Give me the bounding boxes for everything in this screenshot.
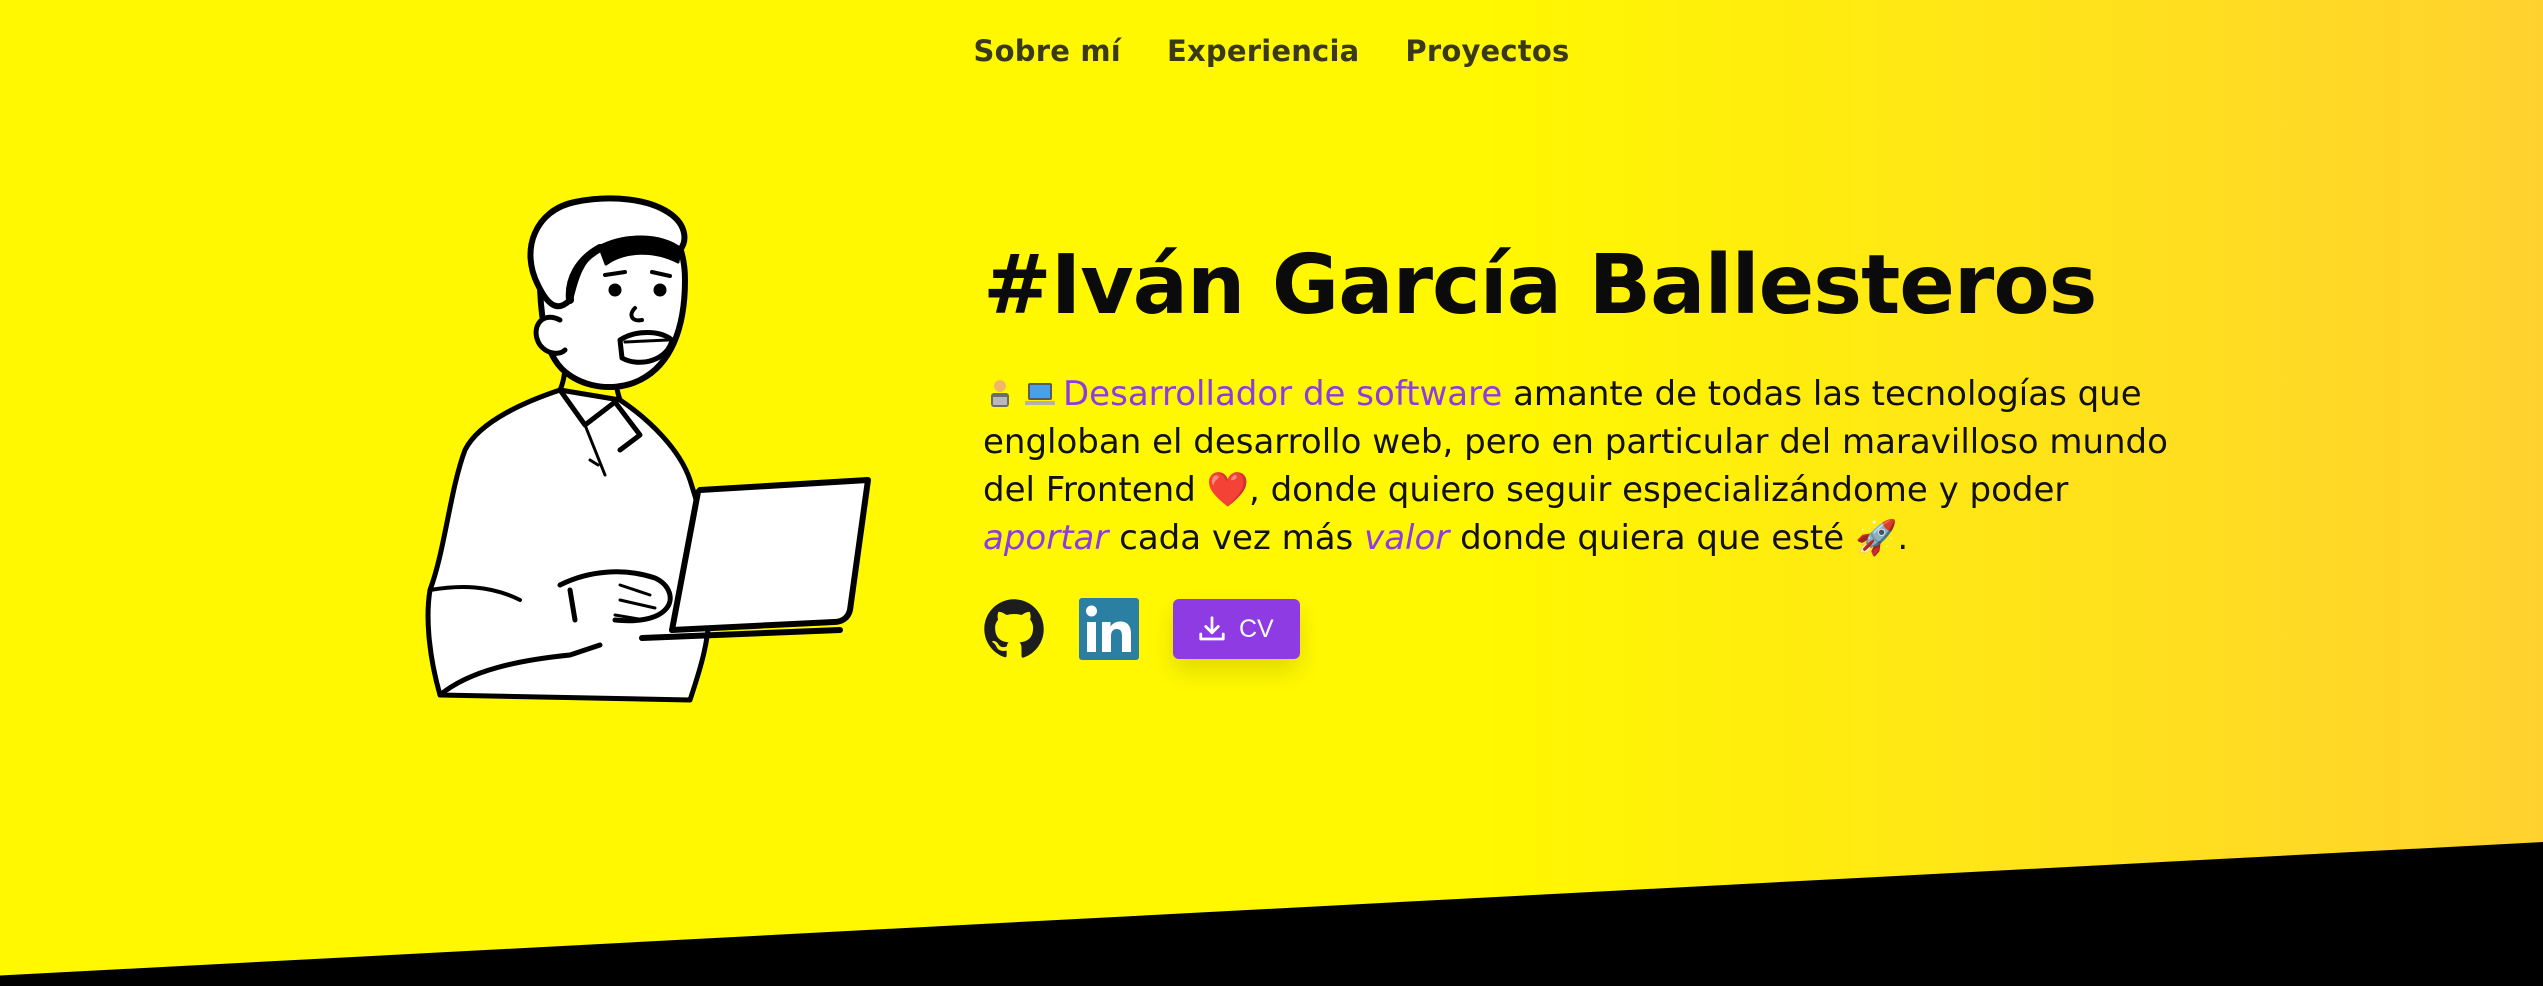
- nav-link-proyectos[interactable]: Proyectos: [1405, 34, 1569, 68]
- bottom-black-band: [0, 842, 2543, 986]
- bio-highlight-role: Desarrollador de software: [1063, 374, 1503, 414]
- bio-text-2: , donde quiero seguir especializándome y…: [1248, 470, 2069, 510]
- heart-emoji: ❤️: [1206, 470, 1249, 510]
- top-nav: Sobre mí Experiencia Proyectos: [0, 34, 2543, 68]
- download-icon: [1199, 616, 1225, 641]
- rocket-emoji: 🚀: [1854, 518, 1898, 558]
- github-link[interactable]: [983, 598, 1045, 660]
- cv-button-label: CV: [1239, 614, 1274, 643]
- hero-bio: Desarrollador de software amante de toda…: [983, 370, 2183, 562]
- nav-link-sobre-mi[interactable]: Sobre mí: [974, 34, 1121, 68]
- bio-highlight-aportar: aportar: [983, 518, 1109, 558]
- linkedin-icon: [1079, 598, 1139, 660]
- linkedin-link[interactable]: [1079, 598, 1139, 660]
- laptop-emoji: [1025, 383, 1055, 405]
- bio-highlight-valor: valor: [1364, 518, 1450, 558]
- download-cv-button[interactable]: CV: [1173, 599, 1300, 659]
- person-technologist-emoji: [991, 380, 1009, 407]
- social-links: CV: [983, 598, 1300, 660]
- nav-link-experiencia[interactable]: Experiencia: [1167, 34, 1359, 68]
- bio-text-3: cada vez más: [1108, 518, 1365, 558]
- hero-title: #Iván García Ballesteros: [983, 238, 2097, 333]
- developer-illustration: [425, 195, 871, 703]
- github-icon: [984, 599, 1044, 658]
- bio-text-4: donde quiera que esté: [1449, 518, 1855, 558]
- bio-text-5: .: [1897, 518, 1909, 558]
